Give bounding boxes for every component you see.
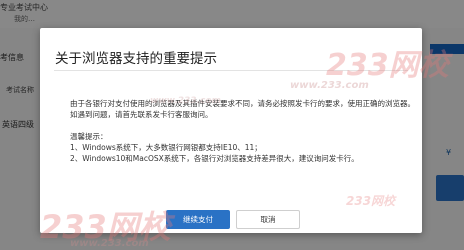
- tip-item: 1、Windows系统下，大多数银行网银都支持IE10、11；: [70, 143, 262, 152]
- body-line: 如遇到问题，请首先联系发卡行客服询问。: [70, 110, 213, 119]
- tips-heading: 温馨提示：: [70, 132, 108, 141]
- cancel-button[interactable]: 取消: [236, 210, 300, 229]
- body-line: 由于各银行对支付使用的浏览器及其插件安装要求不同，请务必按照发卡行的要求，使用正…: [70, 99, 415, 108]
- browser-notice-dialog: 关于浏览器支持的重要提示 由于各银行对支付使用的浏览器及其插件安装要求不同，请务…: [40, 28, 422, 233]
- continue-payment-button[interactable]: 继续支付: [166, 210, 230, 229]
- title-divider: [54, 70, 408, 71]
- dialog-title: 关于浏览器支持的重要提示: [55, 51, 217, 67]
- tip-item: 2、Windows10和MacOSX系统下，各银行对浏览器支持差异很大，建议询问…: [70, 154, 359, 163]
- dialog-body: 由于各银行对支付使用的浏览器及其插件安装要求不同，请务必按照发卡行的要求，使用正…: [70, 98, 415, 164]
